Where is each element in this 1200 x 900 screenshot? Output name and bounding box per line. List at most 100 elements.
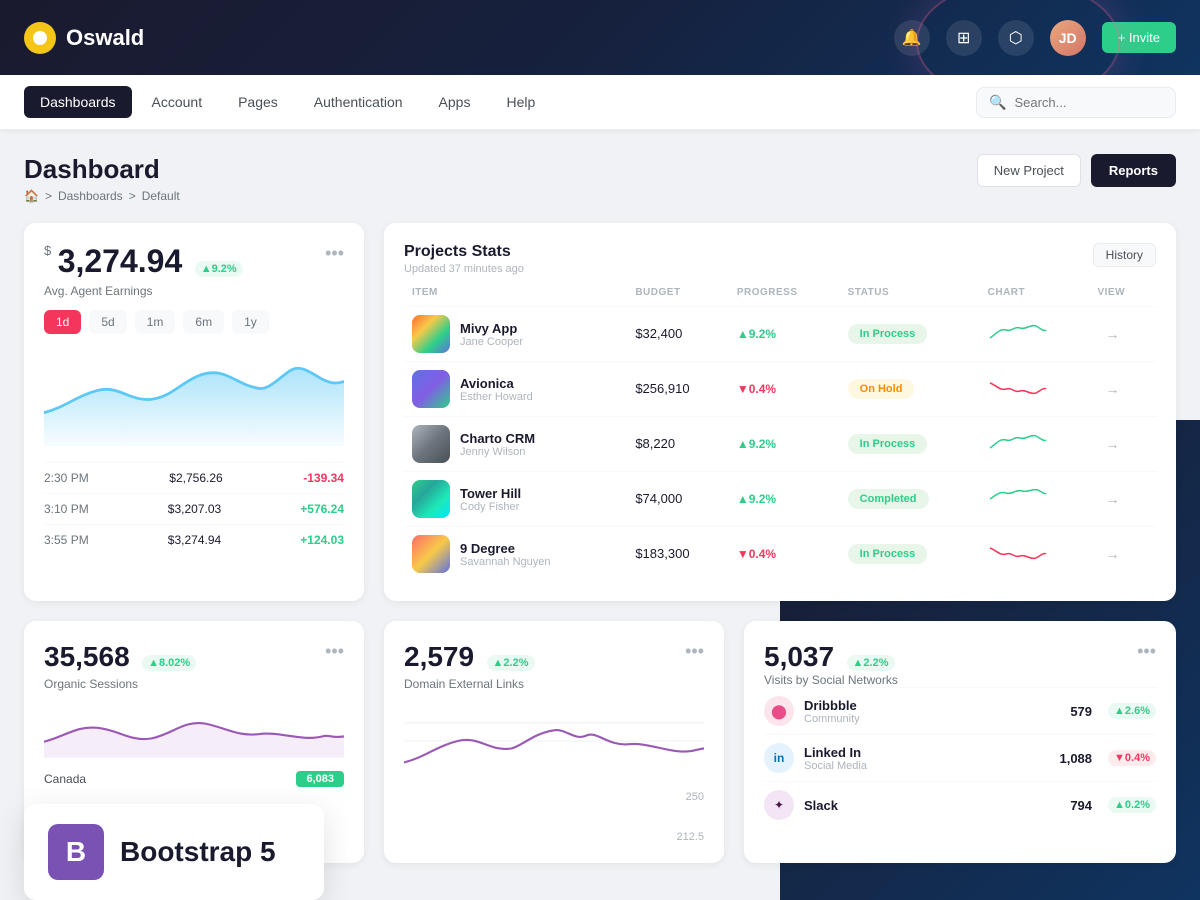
grid-icon[interactable]: ⊞ (946, 20, 982, 56)
col-item: ITEM (404, 287, 627, 307)
social-badge: ▲2.2% (847, 655, 895, 671)
share-icon[interactable]: ⬡ (998, 20, 1034, 56)
filter-6m[interactable]: 6m (183, 310, 224, 334)
budget-val: $8,220 (635, 436, 675, 451)
chart-labels: 250 (404, 791, 704, 803)
country-name: Canada (44, 772, 86, 786)
search-input[interactable] (1014, 95, 1154, 110)
project-avatar-mivy (412, 315, 450, 353)
nav-item-authentication[interactable]: Authentication (298, 86, 419, 118)
country-row: Canada 6,083 (44, 771, 344, 787)
stats-time-1: 2:30 PM (44, 471, 89, 485)
projects-subtitle: Updated 37 minutes ago (404, 263, 524, 275)
project-avatar-9degree (412, 535, 450, 573)
filter-1y[interactable]: 1y (232, 310, 269, 334)
nav-item-pages[interactable]: Pages (222, 86, 294, 118)
project-item-cell: 9 Degree Savannah Nguyen (412, 535, 619, 573)
social-count-linkedin: 1,088 (1059, 751, 1092, 766)
notifications-icon[interactable]: 🔔 (894, 20, 930, 56)
status-badge: In Process (848, 544, 928, 564)
ext-links-label: Domain External Links (404, 677, 535, 691)
stats-change-2: +576.24 (300, 502, 344, 516)
reports-button[interactable]: Reports (1091, 154, 1176, 187)
project-avatar-charto (412, 425, 450, 463)
mini-chart (988, 320, 1048, 344)
history-button[interactable]: History (1093, 243, 1156, 267)
header-buttons: New Project Reports (977, 154, 1176, 187)
topbar-right: 🔔 ⊞ ⬡ JD + Invite (894, 20, 1176, 56)
view-button[interactable]: → (1097, 542, 1127, 566)
bootstrap-logo: B (48, 824, 104, 880)
project-name: Mivy App (460, 321, 523, 336)
view-button[interactable]: → (1097, 322, 1127, 346)
col-view: VIEW (1089, 287, 1156, 307)
social-header: 5,037 ▲2.2% Visits by Social Networks ••… (764, 641, 1156, 687)
social-card: 5,037 ▲2.2% Visits by Social Networks ••… (744, 621, 1176, 863)
sessions-header: 35,568 ▲8.02% Organic Sessions ••• (44, 641, 344, 691)
earnings-more-button[interactable]: ••• (325, 243, 344, 264)
projects-header: Projects Stats Updated 37 minutes ago Hi… (404, 243, 1156, 275)
view-button[interactable]: → (1097, 487, 1127, 511)
new-project-button[interactable]: New Project (977, 154, 1081, 187)
invite-button[interactable]: + Invite (1102, 22, 1176, 53)
stats-change-1: -139.34 (303, 471, 344, 485)
topbar: Oswald 🔔 ⊞ ⬡ JD + Invite (0, 0, 1200, 75)
mini-chart (988, 375, 1048, 399)
project-name: 9 Degree (460, 541, 551, 556)
earnings-header: $ 3,274.94 ▲9.2% Avg. Agent Earnings ••• (44, 243, 344, 298)
breadcrumb-home[interactable]: 🏠 (24, 189, 39, 203)
earnings-chart (44, 346, 344, 446)
breadcrumb-dashboards[interactable]: Dashboards (58, 189, 123, 203)
bootstrap-overlay: B Bootstrap 5 (24, 804, 324, 900)
view-button[interactable]: → (1097, 432, 1127, 456)
stats-time-3: 3:55 PM (44, 533, 89, 547)
view-button[interactable]: → (1097, 377, 1127, 401)
filter-1m[interactable]: 1m (135, 310, 176, 334)
progress-val: ▲9.2% (737, 327, 776, 341)
content-area: Dashboard 🏠 > Dashboards > Default New P… (0, 130, 1200, 900)
filter-5d[interactable]: 5d (89, 310, 126, 334)
progress-val: ▲9.2% (737, 492, 776, 506)
bootstrap-text: Bootstrap 5 (120, 836, 276, 868)
col-status: STATUS (840, 287, 980, 307)
project-name: Charto CRM (460, 431, 535, 446)
col-budget: BUDGET (627, 287, 729, 307)
country-value: 6,083 (296, 771, 344, 787)
social-amount: 5,037 (764, 641, 834, 672)
social-more-button[interactable]: ••• (1137, 641, 1156, 662)
sessions-badge: ▲8.02% (142, 655, 196, 671)
progress-val: ▼0.4% (737, 382, 776, 396)
budget-val: $32,400 (635, 326, 682, 341)
main-nav: Dashboards Account Pages Authentication … (0, 75, 1200, 130)
social-count-dribbble: 579 (1070, 704, 1092, 719)
earnings-label: Avg. Agent Earnings (44, 284, 243, 298)
stats-time-2: 3:10 PM (44, 502, 89, 516)
nav-item-account[interactable]: Account (136, 86, 219, 118)
project-item-cell: Charto CRM Jenny Wilson (412, 425, 619, 463)
breadcrumb: 🏠 > Dashboards > Default (24, 189, 180, 203)
stats-amount-3: $3,274.94 (168, 533, 221, 547)
ext-links-more-button[interactable]: ••• (685, 641, 704, 662)
col-progress: PROGRESS (729, 287, 840, 307)
nav-item-help[interactable]: Help (490, 86, 551, 118)
social-name-slack: Slack (804, 798, 838, 813)
ext-links-chart (404, 701, 704, 781)
table-row: Tower Hill Cody Fisher $74,000 ▲9.2% Com… (404, 472, 1156, 527)
filter-1d[interactable]: 1d (44, 310, 81, 334)
projects-table: ITEM BUDGET PROGRESS STATUS CHART VIEW (404, 287, 1156, 581)
project-name: Avionica (460, 376, 533, 391)
ext-links-amount: 2,579 (404, 641, 474, 672)
time-filters: 1d 5d 1m 6m 1y (44, 310, 344, 334)
earnings-badge: ▲9.2% (195, 261, 243, 277)
app-name: Oswald (66, 25, 144, 51)
stats-row-2: 3:10 PM $3,207.03 +576.24 (44, 493, 344, 524)
nav-item-dashboards[interactable]: Dashboards (24, 86, 132, 118)
nav-item-apps[interactable]: Apps (423, 86, 487, 118)
dribbble-icon: ⬤ (764, 696, 794, 726)
earnings-card: $ 3,274.94 ▲9.2% Avg. Agent Earnings •••… (24, 223, 364, 601)
avatar[interactable]: JD (1050, 20, 1086, 56)
project-person: Savannah Nguyen (460, 556, 551, 568)
sessions-more-button[interactable]: ••• (325, 641, 344, 662)
stats-amount-2: $3,207.03 (168, 502, 221, 516)
project-person: Cody Fisher (460, 501, 521, 513)
